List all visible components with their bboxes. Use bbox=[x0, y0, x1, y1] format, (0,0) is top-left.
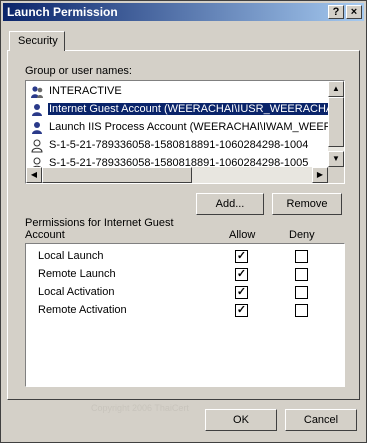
list-item-label: INTERACTIVE bbox=[49, 85, 122, 97]
allow-checkbox[interactable]: ✓ bbox=[235, 286, 248, 299]
close-button[interactable]: × bbox=[346, 5, 362, 19]
add-button[interactable]: Add... bbox=[196, 193, 264, 215]
cancel-button[interactable]: Cancel bbox=[285, 409, 357, 431]
deny-checkbox[interactable] bbox=[295, 304, 308, 317]
list-item[interactable]: INTERACTIVE bbox=[28, 83, 338, 101]
allow-checkbox[interactable]: ✓ bbox=[235, 268, 248, 281]
list-item-label: Internet Guest Account (WEERACHAI\IUSR_W… bbox=[48, 103, 338, 115]
permission-name: Remote Launch bbox=[38, 268, 116, 280]
permissions-label-line2: Account bbox=[25, 229, 65, 241]
group-label: Group or user names: bbox=[25, 65, 132, 77]
title-bar[interactable]: Launch Permission ? × bbox=[3, 3, 364, 21]
deny-checkbox[interactable] bbox=[295, 268, 308, 281]
scroll-up-button[interactable]: ▲ bbox=[328, 81, 344, 97]
allow-checkbox[interactable]: ✓ bbox=[235, 250, 248, 263]
list-item[interactable]: Launch IIS Process Account (WEERACHAI\IW… bbox=[28, 119, 339, 137]
list-item-selected[interactable]: Internet Guest Account (WEERACHAI\IUSR_W… bbox=[28, 101, 338, 119]
scrollbar-corner bbox=[328, 167, 344, 183]
scroll-right-button[interactable]: ▶ bbox=[312, 167, 328, 183]
unknown-user-icon bbox=[31, 139, 43, 153]
launch-permission-dialog: Launch Permission ? × Security Group or … bbox=[0, 0, 367, 443]
permission-name: Remote Activation bbox=[38, 304, 127, 316]
users-group-icon bbox=[31, 86, 43, 98]
scroll-down-button[interactable]: ▼ bbox=[328, 151, 344, 167]
copyright-watermark: Copyright 2006 ThaiCert bbox=[91, 403, 189, 413]
ok-button[interactable]: OK bbox=[205, 409, 277, 431]
list-item-label: S-1-5-21-789336058-1580818891-1060284298… bbox=[49, 139, 309, 151]
tab-security-label: Security bbox=[18, 35, 58, 47]
list-item-label: Launch IIS Process Account (WEERACHAI\IW… bbox=[49, 121, 339, 133]
help-button[interactable]: ? bbox=[328, 5, 344, 19]
permission-name: Local Launch bbox=[38, 250, 104, 262]
horizontal-scrollbar[interactable]: ◀ ▶ bbox=[26, 167, 328, 183]
list-item[interactable]: S-1-5-21-789336058-1580818891-1060284298… bbox=[28, 137, 338, 155]
permission-row: Local Activation ✓ bbox=[26, 284, 344, 302]
deny-column-header: Deny bbox=[289, 229, 315, 241]
permissions-label-line1: Permissions for Internet Guest bbox=[25, 217, 174, 229]
permissions-list: Local Launch ✓ Remote Launch ✓ Local Act… bbox=[25, 243, 345, 387]
remove-button[interactable]: Remove bbox=[272, 193, 342, 215]
vertical-scroll-thumb[interactable] bbox=[328, 97, 344, 147]
user-icon bbox=[32, 104, 42, 116]
permission-row: Local Launch ✓ bbox=[26, 248, 344, 266]
window-title: Launch Permission bbox=[7, 5, 118, 19]
horizontal-scroll-thumb[interactable] bbox=[42, 167, 192, 183]
allow-column-header: Allow bbox=[229, 229, 256, 241]
tab-security[interactable]: Security bbox=[9, 31, 65, 51]
allow-checkbox[interactable]: ✓ bbox=[235, 304, 248, 317]
permission-name: Local Activation bbox=[38, 286, 115, 298]
user-icon bbox=[32, 122, 42, 134]
group-user-list[interactable]: INTERACTIVE Internet Guest Account (WEER… bbox=[25, 80, 345, 184]
permission-row: Remote Launch ✓ bbox=[26, 266, 344, 284]
deny-checkbox[interactable] bbox=[295, 286, 308, 299]
deny-checkbox[interactable] bbox=[295, 250, 308, 263]
scroll-left-button[interactable]: ◀ bbox=[26, 167, 42, 183]
vertical-scrollbar[interactable]: ▲ ▼ bbox=[328, 81, 344, 167]
permission-row: Remote Activation ✓ bbox=[26, 302, 344, 320]
